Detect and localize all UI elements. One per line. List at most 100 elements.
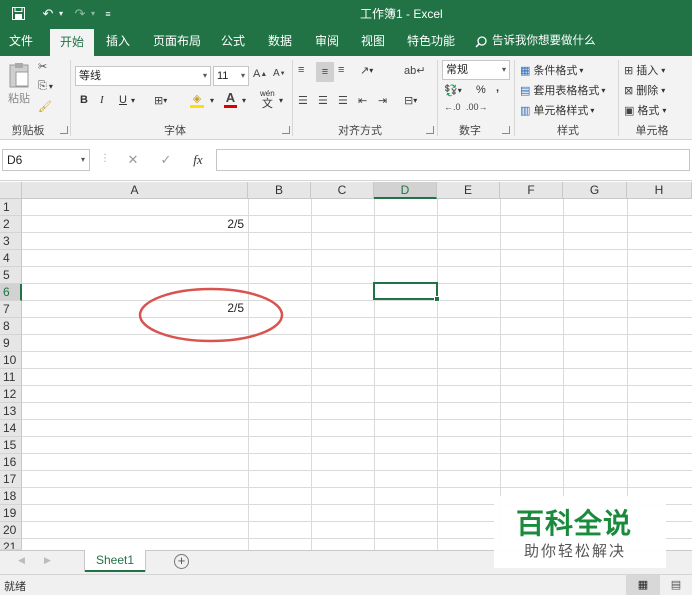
alignment-launcher[interactable] — [426, 126, 434, 134]
tab-formulas[interactable]: 公式 — [214, 27, 252, 56]
clipboard-launcher[interactable] — [60, 126, 68, 134]
row-header[interactable]: 19 — [0, 505, 22, 522]
row-header[interactable]: 5 — [0, 267, 22, 284]
confirm-entry-button[interactable]: ✓ — [155, 150, 177, 170]
top-align-button[interactable]: ≡ — [298, 64, 304, 76]
name-box[interactable]: D6 ▾ — [2, 149, 90, 171]
row-header[interactable]: 8 — [0, 318, 22, 335]
column-header-b[interactable]: B — [248, 182, 311, 199]
align-center-button[interactable]: ☰ — [318, 94, 328, 107]
tab-home[interactable]: 开始 — [50, 29, 94, 56]
number-launcher[interactable] — [502, 126, 510, 134]
row-header[interactable]: 18 — [0, 488, 22, 505]
phonetic-dropdown[interactable]: ▾ — [279, 96, 283, 105]
increase-font-button[interactable]: A ▲ — [253, 68, 267, 80]
accounting-button[interactable]: 💱 ▾ — [444, 84, 462, 97]
font-color-dropdown[interactable]: ▾ — [242, 96, 246, 105]
tab-view[interactable]: 视图 — [354, 27, 392, 56]
column-header-g[interactable]: G — [563, 182, 627, 199]
tab-review[interactable]: 审阅 — [308, 27, 346, 56]
conditional-format-button[interactable]: ▦ 条件格式 ▾ — [520, 62, 583, 78]
normal-view-icon[interactable]: ▦ — [626, 575, 660, 595]
tell-me-box[interactable]: 告诉我你想要做什么 — [475, 27, 596, 56]
format-as-table-button[interactable]: ▤ 套用表格格式 ▾ — [520, 82, 605, 98]
column-header-a[interactable]: A — [22, 182, 248, 199]
cut-button[interactable]: ✂ — [38, 60, 47, 73]
row-header[interactable]: 11 — [0, 369, 22, 386]
add-sheet-icon[interactable]: + — [174, 554, 189, 569]
italic-button[interactable]: I — [100, 94, 104, 106]
insert-cells-button[interactable]: ⊞ 插入 ▾ — [624, 62, 665, 78]
font-name-field[interactable]: 等线 ▾ — [75, 66, 211, 86]
insert-function-button[interactable]: fx — [187, 150, 209, 170]
undo-icon[interactable]: ↶ — [38, 0, 58, 27]
column-header-e[interactable]: E — [437, 182, 500, 199]
delete-cells-button[interactable]: ⊠ 删除 ▾ — [624, 82, 665, 98]
bottom-align-button[interactable]: ≡ — [338, 64, 344, 76]
row-header-selected[interactable]: 6 — [0, 284, 22, 301]
save-icon[interactable] — [8, 0, 28, 27]
format-painter-button[interactable]: 🖌 — [38, 100, 52, 113]
cell-a2[interactable]: 2/5 — [22, 216, 244, 233]
cell-styles-button[interactable]: ▥ 单元格样式 ▾ — [520, 102, 594, 118]
number-format-field[interactable]: 常规 ▾ — [442, 60, 510, 80]
row-header[interactable]: 16 — [0, 454, 22, 471]
row-header[interactable]: 14 — [0, 420, 22, 437]
row-header[interactable]: 20 — [0, 522, 22, 539]
active-cell-d6[interactable] — [373, 282, 438, 300]
row-header[interactable]: 3 — [0, 233, 22, 250]
column-header-h[interactable]: H — [627, 182, 692, 199]
tab-insert[interactable]: 插入 — [98, 27, 138, 56]
column-header-f[interactable]: F — [500, 182, 563, 199]
row-header[interactable]: 7 — [0, 301, 22, 318]
wrap-text-button[interactable]: ab↵ — [404, 64, 425, 77]
font-size-field[interactable]: 11 ▾ — [213, 66, 249, 86]
copy-button[interactable]: ⎘ ▾ — [38, 80, 53, 93]
row-header[interactable]: 17 — [0, 471, 22, 488]
tab-data[interactable]: 数据 — [260, 27, 300, 56]
redo-icon[interactable]: ↷ — [70, 0, 90, 27]
decrease-font-button[interactable]: A ▼ — [273, 68, 286, 79]
tab-file[interactable]: 文件 — [2, 27, 40, 56]
row-header[interactable]: 12 — [0, 386, 22, 403]
font-launcher[interactable] — [282, 126, 290, 134]
cancel-entry-button[interactable]: ✕ — [122, 150, 144, 170]
paste-button[interactable]: 粘贴 — [6, 62, 32, 114]
fill-color-button[interactable]: ◈ — [190, 92, 204, 108]
column-header-d[interactable]: D — [374, 182, 437, 199]
decrease-indent-button[interactable]: ⇤ — [358, 94, 367, 107]
fill-color-dropdown[interactable]: ▾ — [210, 96, 214, 105]
select-all-corner[interactable] — [0, 182, 22, 199]
decrease-decimal-button[interactable]: .00→ — [466, 102, 488, 112]
row-header[interactable]: 4 — [0, 250, 22, 267]
row-header[interactable]: 13 — [0, 403, 22, 420]
font-color-button[interactable]: A — [224, 90, 237, 108]
column-header-c[interactable]: C — [311, 182, 374, 199]
row-header[interactable]: 9 — [0, 335, 22, 352]
row-header[interactable]: 1 — [0, 199, 22, 216]
tab-special[interactable]: 特色功能 — [402, 27, 460, 56]
underline-dropdown[interactable]: ▾ — [131, 96, 135, 105]
underline-button[interactable]: U — [119, 94, 127, 106]
sheet-tab-sheet1[interactable]: Sheet1 — [85, 550, 145, 572]
format-cells-button[interactable]: ▣ 格式 ▾ — [624, 102, 666, 118]
comma-button[interactable]: , — [496, 82, 499, 94]
phonetic-button[interactable]: wén 文 — [260, 88, 275, 110]
align-left-button[interactable]: ☰ — [298, 94, 308, 107]
align-right-button[interactable]: ☰ — [338, 94, 348, 107]
row-header[interactable]: 21 — [0, 539, 22, 550]
merge-center-button[interactable]: ⊟ ▾ — [404, 94, 417, 107]
tab-page-layout[interactable]: 页面布局 — [148, 27, 206, 56]
increase-indent-button[interactable]: ⇥ — [378, 94, 387, 107]
percent-button[interactable]: % — [476, 84, 486, 96]
orientation-button[interactable]: ↗ ▾ — [360, 64, 373, 77]
undo-dropdown-icon[interactable]: ▾ — [56, 0, 66, 27]
formula-input[interactable] — [216, 149, 690, 171]
borders-button[interactable]: ⊞ ▾ — [154, 94, 167, 107]
middle-align-button[interactable]: ≡ — [316, 62, 334, 82]
row-header[interactable]: 15 — [0, 437, 22, 454]
row-header[interactable]: 10 — [0, 352, 22, 369]
page-layout-view-icon[interactable]: ▤ — [664, 575, 688, 595]
redo-dropdown-icon[interactable]: ▾ — [88, 0, 98, 27]
row-header[interactable]: 2 — [0, 216, 22, 233]
